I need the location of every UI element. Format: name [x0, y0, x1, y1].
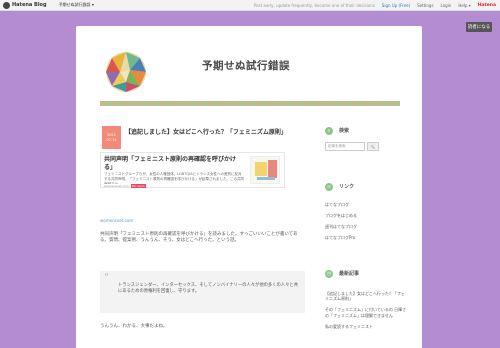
links-list: はてなブログ ブログをはじめる 週刊はてなブログ はてなブログPro [325, 199, 357, 243]
recent-post-item[interactable]: 私の愛読するフェミニスト [325, 324, 407, 329]
blog-selector[interactable]: 予期せぬ試行錯誤 ▾ [59, 2, 94, 8]
settings-link[interactable]: Settings [417, 3, 433, 8]
article-paragraph: 共同声明「フェミニスト原則の再確認を呼びかける」を読みました。すっごいいいことが… [100, 232, 298, 244]
sign-up-link[interactable]: Sign Up (Free) [382, 3, 410, 8]
clock-icon: ◷ [325, 270, 333, 278]
bookmark-count-badge[interactable]: 84 users [130, 184, 146, 188]
blockquote: “ トランスジェンダー、インターセックス、そしてノンバイナリーの人々が他の多くの… [100, 271, 305, 313]
search-button[interactable]: 🔍 [367, 142, 379, 151]
site-title[interactable]: 予期せぬ試行錯誤 [202, 58, 290, 73]
link-item[interactable]: ブログをはじめる [325, 210, 357, 221]
link-item[interactable]: はてなブログPro [325, 232, 357, 243]
header-tip-text: Post early, update frequently, become on… [253, 2, 375, 8]
links-heading: リンク [339, 184, 355, 190]
embed-source: womensnet.com 84 users [104, 184, 146, 188]
search-icon: ⌕ [325, 127, 333, 135]
search-placeholder: 記事を検索 [328, 144, 346, 148]
embedded-link-card[interactable]: 共同声明「フェミニスト原則の再確認を呼びかける」 フェミニストグループらが、女性… [100, 152, 285, 188]
quote-text: トランスジェンダー、インターセックス、そしてノンバイナリーの人々が他の多くの人々… [118, 283, 298, 295]
help-menu[interactable]: Help ▾ [458, 3, 470, 8]
header-divider [100, 101, 400, 106]
quote-mark-icon: “ [104, 273, 109, 283]
hatena-blog-brand[interactable]: Hatena Blog [0, 1, 47, 9]
hatena-logo-label: Hatena [477, 2, 496, 8]
brand-label: Hatena Blog [12, 2, 47, 8]
link-item[interactable]: はてなブログ [325, 199, 357, 210]
hatena-logo[interactable]: Hatena [478, 3, 496, 8]
link-item[interactable]: 週刊はてなブログ [325, 221, 357, 232]
link-icon: ∞ [325, 183, 333, 191]
embed-description: フェミニストグループらが、女性の人権団体、LGBTQIAとトランス女性への差別に… [104, 172, 244, 184]
embed-thumbnail-illustration [255, 160, 277, 180]
article-paragraph-2: うんうん、わかる、大事だよね。 [100, 324, 168, 329]
search-input[interactable]: 記事を検索 [325, 142, 365, 151]
site-logo[interactable] [106, 52, 146, 92]
recent-heading: 最新記事 [339, 271, 360, 277]
recent-post-item[interactable]: 【追記しました】女はどこへ行った？「フェミニズム原則」 [325, 291, 407, 301]
recent-posts-list: 【追記しました】女はどこへ行った？「フェミニズム原則」 その「フェミニズム」に付… [325, 291, 407, 335]
search-heading: 検索 [339, 128, 350, 134]
login-link[interactable]: Login [441, 3, 452, 8]
article-title[interactable]: 【追記しました】女はどこへ行った？「フェミニズム原則」 [125, 127, 287, 136]
article-source-link[interactable]: womensnet.com [100, 218, 133, 223]
date-day: 07-14 [106, 137, 117, 142]
hatena-global-header: Hatena Blog 予期せぬ試行錯誤 ▾ Post early, updat… [0, 0, 500, 11]
hatena-blog-logo-icon [3, 1, 10, 9]
site-logo-image [106, 52, 146, 92]
recent-post-item[interactable]: その「フェミニズム」に付いているの 日輝さの「フェミニズム」は理解できません [325, 307, 407, 317]
subscribe-button[interactable]: 読者になる [466, 22, 492, 32]
embed-thumbnail [250, 156, 280, 184]
embed-title[interactable]: 共同声明「フェミニスト原則の再確認を呼びかける」 [104, 156, 242, 171]
embed-source-domain[interactable]: womensnet.com [104, 184, 129, 188]
article-date[interactable]: 2021 07-14 [102, 126, 121, 149]
